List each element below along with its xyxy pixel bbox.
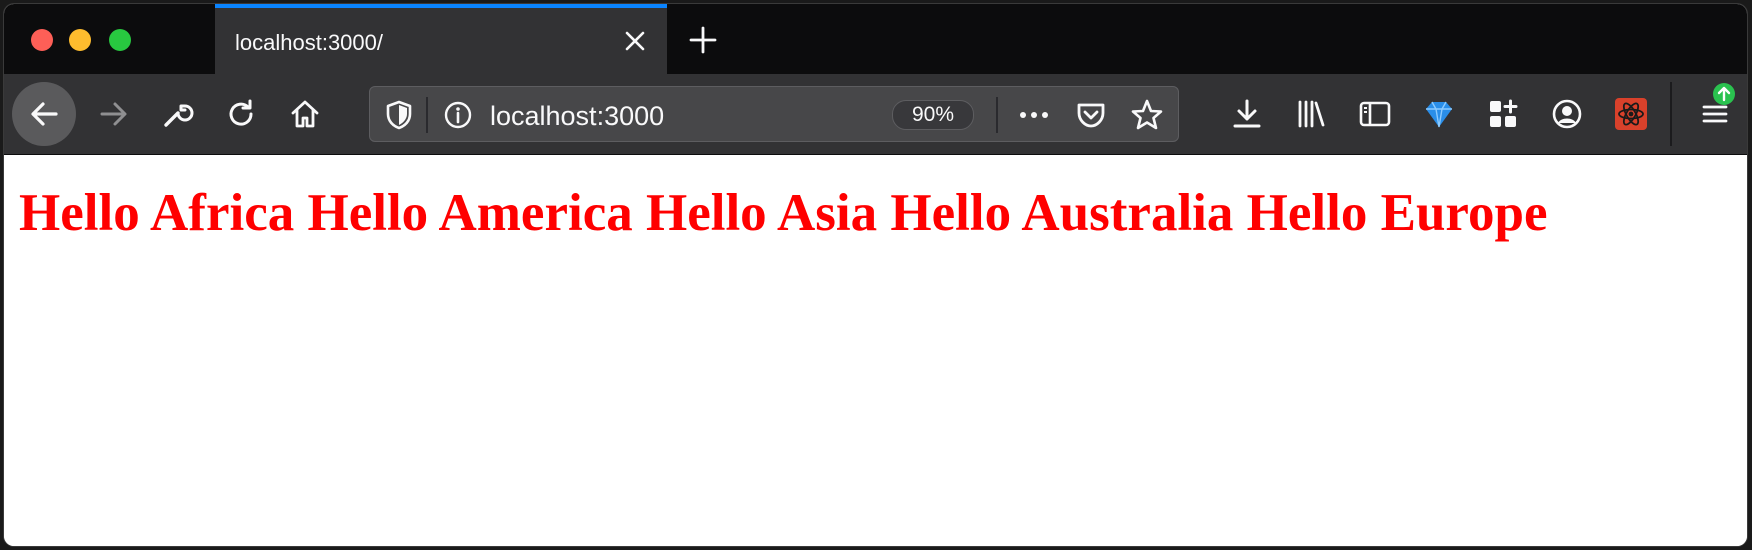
arrow-left-icon xyxy=(26,96,62,132)
account-button[interactable] xyxy=(1547,94,1587,134)
window-maximize-button[interactable] xyxy=(109,29,131,51)
extensions-grid-icon xyxy=(1486,97,1520,131)
wrench-icon xyxy=(160,97,194,131)
navigation-toolbar: localhost:3000 90% xyxy=(4,74,1747,155)
diamond-icon xyxy=(1422,97,1456,131)
reload-button[interactable] xyxy=(221,94,261,134)
forward-button[interactable] xyxy=(94,94,134,134)
shield-icon[interactable] xyxy=(384,99,414,131)
sidebar-icon xyxy=(1357,97,1393,131)
url-bar-divider xyxy=(996,97,998,133)
close-icon[interactable] xyxy=(621,27,649,55)
extension-diamond-button[interactable] xyxy=(1419,94,1459,134)
url-text[interactable]: localhost:3000 xyxy=(490,101,664,132)
tab-active[interactable]: localhost:3000/ xyxy=(215,4,667,74)
new-tab-icon[interactable] xyxy=(686,23,720,57)
react-devtools-icon xyxy=(1614,97,1648,131)
account-icon xyxy=(1550,97,1584,131)
downloads-button[interactable] xyxy=(1227,94,1267,134)
tools-button[interactable] xyxy=(157,94,197,134)
ellipsis-icon[interactable] xyxy=(1016,99,1052,131)
extensions-button[interactable] xyxy=(1483,94,1523,134)
pocket-icon[interactable] xyxy=(1074,98,1108,132)
tab-title: localhost:3000/ xyxy=(235,30,383,55)
browser-window: localhost:3000/ localhost:3000 90% Hello… xyxy=(4,4,1747,546)
update-badge-icon xyxy=(1712,82,1736,106)
home-icon xyxy=(288,97,322,131)
back-button[interactable] xyxy=(12,82,76,146)
download-icon xyxy=(1230,97,1264,131)
toolbar-divider xyxy=(1670,82,1672,146)
star-icon[interactable] xyxy=(1129,97,1165,133)
sidebar-button[interactable] xyxy=(1355,94,1395,134)
url-bar[interactable]: localhost:3000 90% xyxy=(369,86,1179,142)
library-icon xyxy=(1294,97,1328,131)
reload-icon xyxy=(224,97,258,131)
library-button[interactable] xyxy=(1291,94,1331,134)
info-icon[interactable] xyxy=(442,99,474,131)
window-minimize-button[interactable] xyxy=(69,29,91,51)
page-content: Hello Africa Hello America Hello Asia He… xyxy=(4,155,1747,546)
url-bar-divider xyxy=(426,97,428,133)
page-heading: Hello Africa Hello America Hello Asia He… xyxy=(19,184,1548,242)
react-devtools-button[interactable] xyxy=(1611,94,1651,134)
home-button[interactable] xyxy=(285,94,325,134)
window-close-button[interactable] xyxy=(31,29,53,51)
tab-strip: localhost:3000/ xyxy=(4,4,1747,74)
arrow-right-icon xyxy=(96,96,132,132)
zoom-level-badge[interactable]: 90% xyxy=(892,100,974,130)
